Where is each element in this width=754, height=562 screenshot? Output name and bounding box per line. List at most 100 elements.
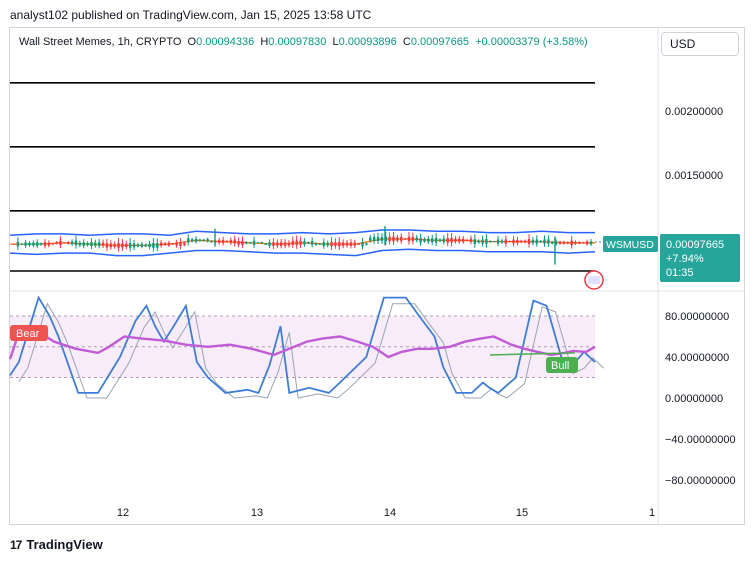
candle-body [163, 243, 167, 246]
candle-body [167, 242, 171, 246]
bull-badge-text: Bull [551, 360, 569, 372]
price-axis-label: 0.00200000 [665, 106, 723, 118]
price-axis-label: 0.00150000 [665, 170, 723, 182]
candle-body [442, 238, 446, 243]
candle-body [272, 242, 275, 247]
candle-body [194, 238, 198, 242]
candle-body [516, 239, 519, 244]
candle-body [419, 238, 422, 243]
candle-body [97, 242, 101, 246]
price-tag-change: +7.94% [666, 253, 704, 265]
candle-body [372, 237, 376, 241]
candle-body [539, 240, 542, 243]
candle-body [473, 239, 477, 244]
bollinger-mid-line [10, 238, 595, 247]
candle-body [47, 242, 51, 246]
candle-body [109, 243, 113, 248]
candle-body [535, 239, 538, 244]
candle-body [589, 241, 593, 245]
bear-badge-text: Bear [16, 328, 40, 340]
candle-body [512, 239, 515, 244]
candle-body [307, 242, 310, 244]
candle-body [175, 242, 178, 246]
candle-body [407, 236, 411, 242]
candle-body [349, 242, 353, 246]
price-chart-svg[interactable]: 0.00200000 0.00150000 WSMUSD 0.00097665 +7.9… [0, 0, 754, 562]
candle-body [121, 243, 124, 248]
candle-body [582, 242, 585, 244]
candle-body [113, 243, 116, 247]
candle-body [82, 242, 85, 246]
candle-body [156, 243, 159, 248]
candle-body [276, 242, 279, 246]
candle-body [310, 240, 314, 245]
candle-body [51, 243, 54, 245]
candle-body [388, 236, 391, 242]
oscillator-axis-label: 80.00000000 [665, 311, 729, 323]
candle-body [396, 237, 399, 241]
candle-body [291, 240, 295, 245]
candle-body [295, 240, 298, 246]
candle-body [136, 244, 140, 247]
candle-body [159, 242, 163, 246]
candle-body [361, 242, 364, 247]
candle-body [578, 242, 581, 244]
tradingview-logo-icon: 17 [10, 537, 22, 552]
candle-body [24, 242, 27, 246]
bollinger-upper-line [9, 229, 595, 236]
candle-body [198, 239, 202, 242]
candle-body [63, 242, 66, 244]
candle-body [423, 239, 426, 242]
candle-body [403, 238, 407, 240]
candle-body [326, 242, 329, 246]
candle-body [299, 240, 302, 245]
candle-body [415, 237, 418, 241]
candle-body [376, 236, 380, 242]
bollinger-lower-line [9, 248, 596, 257]
candle-body [183, 243, 186, 246]
candle-body [508, 240, 511, 243]
candle-body [334, 242, 337, 247]
candle-body [233, 239, 236, 244]
candle-body [341, 242, 345, 246]
candle-body [520, 240, 523, 243]
candle-body [566, 242, 569, 244]
candle-body [171, 243, 174, 245]
candle-body [67, 241, 70, 244]
candle-body [380, 237, 384, 241]
candle-body [496, 239, 500, 244]
footer-brand[interactable]: 17 TradingView [10, 537, 103, 552]
candle-body [322, 242, 325, 247]
candle-body [411, 236, 415, 242]
candle-body [527, 239, 531, 244]
candle-body [357, 243, 360, 245]
candle-body [500, 240, 504, 243]
candle-body [179, 242, 182, 247]
us-flag-icon-fill [588, 276, 600, 284]
candle-body [78, 242, 82, 246]
candle-body [94, 242, 97, 246]
candle-body [431, 238, 434, 243]
candle-body [125, 243, 128, 248]
candle-body [462, 238, 465, 242]
candle-body [458, 238, 461, 242]
price-tag-value: 0.00097665 [666, 239, 724, 251]
candle-body [28, 242, 31, 246]
candle-body [469, 238, 473, 242]
candle-body [12, 243, 16, 245]
candle-body [438, 239, 442, 242]
candle-body [400, 237, 403, 241]
candle-body [338, 241, 341, 247]
candle-body [16, 241, 20, 247]
candle-body [252, 240, 256, 245]
candle-body [55, 241, 58, 244]
candle-body [543, 239, 546, 244]
candle-body [446, 237, 449, 243]
candle-body [280, 242, 283, 246]
candle-body [369, 237, 372, 241]
time-axis-label: 14 [384, 507, 396, 519]
time-axis-label: 12 [117, 507, 129, 519]
candle-body [249, 242, 252, 244]
candle-body [128, 242, 132, 248]
candle-body [229, 240, 233, 244]
